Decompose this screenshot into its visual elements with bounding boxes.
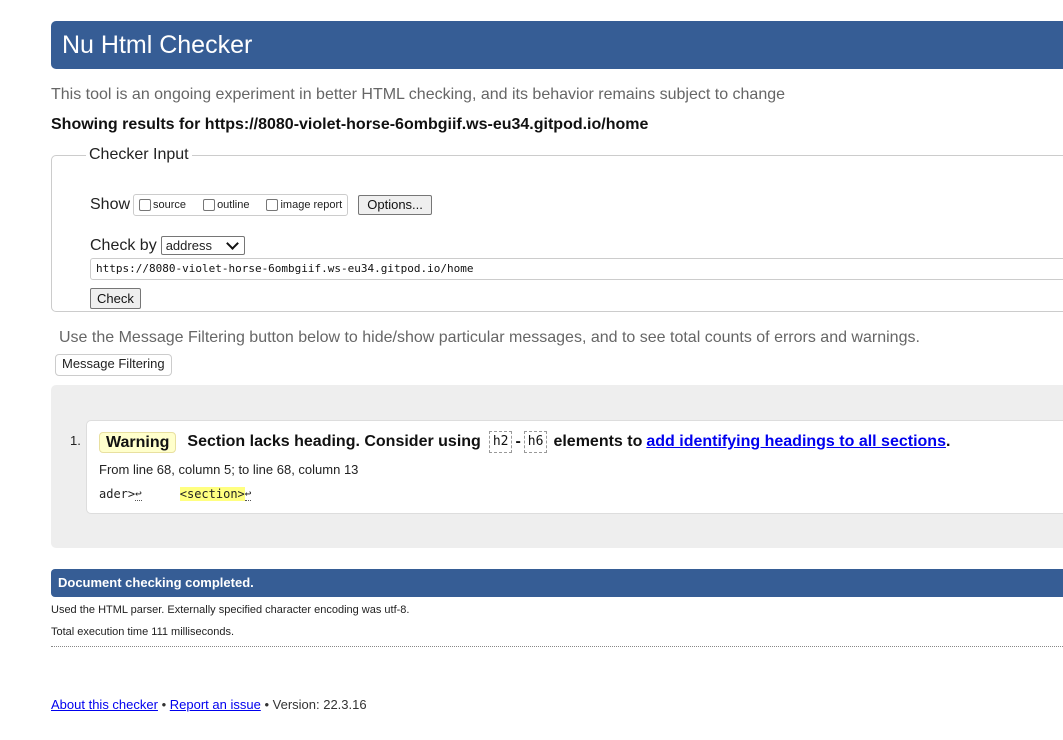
linefeed-icon: ↩ <box>135 487 142 501</box>
linefeed-icon: ↩ <box>244 487 252 501</box>
check-by-select[interactable]: address <box>160 236 245 255</box>
warning-badge: Warning <box>99 431 177 453</box>
message-text: Warning Section lacks heading. Consider … <box>99 431 950 453</box>
outline-checkbox-label[interactable]: outline <box>217 199 249 211</box>
image-report-checkbox[interactable] <box>266 199 279 211</box>
code-h2: h2 <box>488 431 513 453</box>
show-label: Show <box>90 196 131 213</box>
source-extract: ader> ↩ <section> ↩ <box>99 487 252 501</box>
options-button[interactable]: Options... <box>358 195 432 215</box>
page-title: Nu Html Checker <box>62 31 253 59</box>
results-heading: Showing results for https://8080-violet-… <box>51 116 649 133</box>
parser-note: Used the HTML parser. Externally specifi… <box>51 604 410 616</box>
image-report-checkbox-label[interactable]: image report <box>280 199 342 211</box>
headings-help-link[interactable]: add identifying headings to all sections <box>646 433 946 451</box>
code-h6: h6 <box>523 431 548 453</box>
app-header: Nu Html Checker <box>51 21 1063 69</box>
message-number: 1. <box>70 433 81 448</box>
show-options-row: Show source outline image report Options… <box>90 194 432 216</box>
show-options-group: source outline image report <box>133 194 349 216</box>
message-location: From line 68, column 5; to line 68, colu… <box>99 462 359 477</box>
footer-separator: • <box>264 697 270 712</box>
filter-hint: Use the Message Filtering button below t… <box>59 329 920 346</box>
checker-input-panel: Checker Input Show source outline image … <box>51 146 1063 312</box>
tagline: This tool is an ongoing experiment in be… <box>51 86 786 103</box>
version-text: Version: 22.3.16 <box>272 697 367 712</box>
footer-separator: • <box>161 697 167 712</box>
check-button[interactable]: Check <box>90 288 141 309</box>
message-text-after: . <box>945 433 951 450</box>
message-text-middle: elements to <box>553 433 643 450</box>
outline-checkbox[interactable] <box>203 199 216 211</box>
source-checkbox-label[interactable]: source <box>153 199 186 211</box>
check-by-label: Check by <box>90 236 157 254</box>
checker-input-legend: Checker Input <box>89 146 189 163</box>
message-text-before: Section lacks heading. Consider using <box>187 433 481 450</box>
messages-list: 1. Warning Section lacks heading. Consid… <box>51 385 1063 548</box>
source-checkbox[interactable] <box>139 199 152 211</box>
extract-before: ader> <box>99 487 136 501</box>
check-by-value: address <box>165 238 212 253</box>
execution-time: Total execution time 111 milliseconds. <box>51 626 235 638</box>
completion-banner: Document checking completed. <box>51 569 1063 597</box>
code-dash: - <box>515 433 521 450</box>
message-filtering-button[interactable]: Message Filtering <box>55 354 172 376</box>
divider <box>51 646 1063 647</box>
about-link[interactable]: About this checker <box>51 697 158 712</box>
message-item: Warning Section lacks heading. Consider … <box>86 420 1063 514</box>
footer: About this checker • Report an issue • V… <box>51 697 367 712</box>
extract-highlight: <section> <box>179 487 245 501</box>
report-issue-link[interactable]: Report an issue <box>170 697 261 712</box>
check-by-row: Check by address <box>90 236 245 255</box>
url-input[interactable]: https://8080-violet-horse-6ombgiif.ws-eu… <box>90 258 1063 280</box>
chevron-down-icon <box>225 237 239 250</box>
